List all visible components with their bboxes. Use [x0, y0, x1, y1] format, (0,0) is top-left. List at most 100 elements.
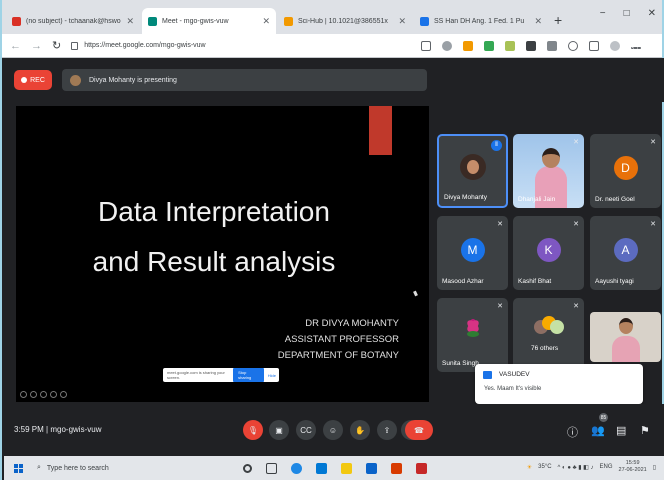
presenter-avatar [70, 74, 81, 86]
participant-tile[interactable]: ✕ Dhanjali Jain [513, 134, 584, 208]
store-icon[interactable] [316, 462, 327, 474]
slide-options-icon[interactable] [60, 391, 67, 398]
pdf-icon[interactable] [416, 462, 427, 474]
people-icon[interactable]: 👥 [591, 424, 605, 437]
share-notice-text: meet.google.com is sharing your screen. [167, 370, 225, 380]
close-window-button[interactable]: ✕ [648, 8, 656, 19]
edge-icon[interactable] [291, 462, 302, 474]
camera-icon[interactable] [421, 40, 432, 51]
meeting-time: 3:59 PM [14, 425, 44, 434]
participant-avatar: M [460, 238, 485, 262]
tab-title: SS Han DH Ang. 1 Fed. 1 Pu [434, 17, 525, 25]
chat-panel-icon[interactable]: ▤ [616, 424, 626, 437]
extension-green-icon[interactable] [484, 40, 495, 51]
new-tab-button[interactable]: + [554, 12, 562, 28]
prev-slide-icon[interactable] [20, 391, 27, 398]
tab-close-icon[interactable]: ✕ [534, 16, 542, 27]
participant-tile-others[interactable]: ✕ 76 others [513, 298, 584, 372]
forward-arrow-icon[interactable]: → [31, 40, 42, 52]
present-button[interactable]: ⇪ [377, 420, 397, 440]
self-view-tile[interactable] [590, 312, 661, 362]
maximize-button[interactable]: □ [624, 8, 630, 19]
url-text: https://meet.google.com/mgo-gwis-vuw [84, 42, 206, 49]
recording-badge: REC [14, 70, 52, 90]
notifications-icon[interactable]: ▯ [653, 464, 656, 471]
clock-time: 15:59 [625, 460, 640, 466]
participant-tile[interactable]: M ✕ Masood Azhar [437, 216, 508, 290]
browser-toolbar: ← → ↻ https://meet.google.com/mgo-gwis-v… [2, 34, 662, 58]
mic-toggle-button[interactable]: 🎙 [243, 420, 263, 440]
lotus-avatar-icon [462, 318, 484, 340]
more-menu-icon[interactable] [631, 46, 642, 49]
activities-icon[interactable]: ⚑ [640, 424, 650, 437]
tab-close-icon[interactable]: ✕ [398, 16, 406, 27]
participant-photo [459, 154, 486, 180]
extension-icons [421, 40, 642, 51]
profile-icon[interactable] [610, 40, 621, 51]
mail-icon[interactable] [366, 462, 377, 474]
browser-tab[interactable]: (no subject) - tchaanak@hswo ✕ [6, 8, 140, 34]
taskbar-search[interactable]: ⌕ Type here to search [37, 459, 187, 477]
file-explorer-icon[interactable] [341, 462, 352, 474]
task-view-icon[interactable] [266, 462, 277, 474]
chat-notification[interactable]: VASUDEV Yes. Maam It's visible [475, 364, 643, 404]
recording-label: REC [30, 76, 45, 84]
language-indicator[interactable]: ENG [600, 464, 613, 470]
puzzle-icon[interactable] [547, 40, 558, 51]
slide-author-title: ASSISTANT PROFESSOR [284, 334, 399, 345]
hide-notice-button[interactable]: Hide [268, 373, 276, 378]
search-placeholder: Type here to search [46, 464, 109, 472]
minimize-button[interactable]: − [600, 8, 606, 19]
reactions-button[interactable]: ☺ [323, 420, 343, 440]
reload-icon[interactable]: ↻ [52, 39, 61, 52]
zoom-icon[interactable] [50, 391, 57, 398]
captions-button[interactable]: CC [296, 420, 316, 440]
browser-tab[interactable]: Sci-Hub | 10.1021@386551x ✕ [278, 8, 412, 34]
cortana-icon[interactable] [243, 463, 252, 473]
weather-temp: 35°C [538, 464, 552, 470]
slide-author-block: DR DIVYA MOHANTY ASSISTANT PROFESSOR DEP… [278, 316, 399, 364]
extension-dark-icon[interactable] [526, 40, 537, 51]
participant-tile[interactable]: K ✕ Kashif Bhat [513, 216, 584, 290]
info-icon[interactable]: ⓘ [567, 424, 578, 440]
participant-video-head [542, 148, 560, 168]
taskbar-clock[interactable]: 15:59 27-06-2021 [619, 460, 647, 474]
clock-date: 27-06-2021 [618, 467, 647, 473]
participant-tile[interactable]: ✕ Sunita Singh [437, 298, 508, 372]
tab-title: (no subject) - tchaanak@hswo [26, 17, 121, 25]
participant-tile[interactable]: D ✕ Dr. neeti Goel [590, 134, 661, 208]
slideshow-controls [20, 391, 67, 398]
weather-icon: ☀ [526, 464, 533, 471]
collections-icon[interactable] [589, 40, 600, 51]
next-slide-icon[interactable] [30, 391, 37, 398]
favorites-icon[interactable] [568, 40, 579, 51]
gmail-favicon-icon [12, 16, 21, 26]
participant-tile[interactable]: A ✕ Aayushi tyagi [590, 216, 661, 290]
browser-tab-active[interactable]: Meet - mgo-gwis-vuw ✕ [142, 8, 276, 34]
stop-sharing-button[interactable]: Stop sharing [233, 368, 264, 382]
leave-call-button[interactable]: ☎ [405, 420, 433, 440]
tab-close-icon[interactable]: ✕ [126, 16, 134, 27]
system-tray: ☀ 35°C ^ ◐ ● ♣ ▮ ◧ ♪ ENG 15:59 27-06-202… [527, 460, 656, 474]
slide-title-line1: Data Interpretation [98, 196, 330, 227]
participant-name: Dhanjali Jain [518, 196, 556, 203]
back-arrow-icon[interactable]: ← [10, 40, 21, 52]
office-icon[interactable] [391, 462, 402, 474]
raise-hand-button[interactable]: ✋ [350, 420, 370, 440]
mic-off-icon: ✕ [650, 221, 656, 228]
star-icon[interactable] [442, 40, 453, 51]
participant-tile[interactable]: ⦀ Divya Mohanty [437, 134, 508, 208]
camera-toggle-button[interactable]: ▣ [269, 420, 289, 440]
tray-icons[interactable]: ^ ◐ ● ♣ ▮ ◧ ♪ [558, 464, 594, 471]
extension-orange-icon[interactable] [463, 40, 474, 51]
mic-off-icon: ✕ [497, 303, 503, 310]
extension-lime-icon[interactable] [505, 40, 516, 51]
browser-tab[interactable]: SS Han DH Ang. 1 Fed. 1 Pu ✕ [414, 8, 548, 34]
address-bar[interactable]: https://meet.google.com/mgo-gwis-vuw [71, 37, 387, 55]
pen-icon[interactable] [40, 391, 47, 398]
windows-start-icon[interactable] [14, 463, 23, 473]
presenting-banner: Divya Mohanty is presenting [62, 69, 427, 91]
tab-close-icon[interactable]: ✕ [262, 16, 270, 27]
slide-author-name: DR DIVYA MOHANTY [305, 318, 399, 329]
slide-author-dept: DEPARTMENT OF BOTANY [277, 350, 399, 361]
